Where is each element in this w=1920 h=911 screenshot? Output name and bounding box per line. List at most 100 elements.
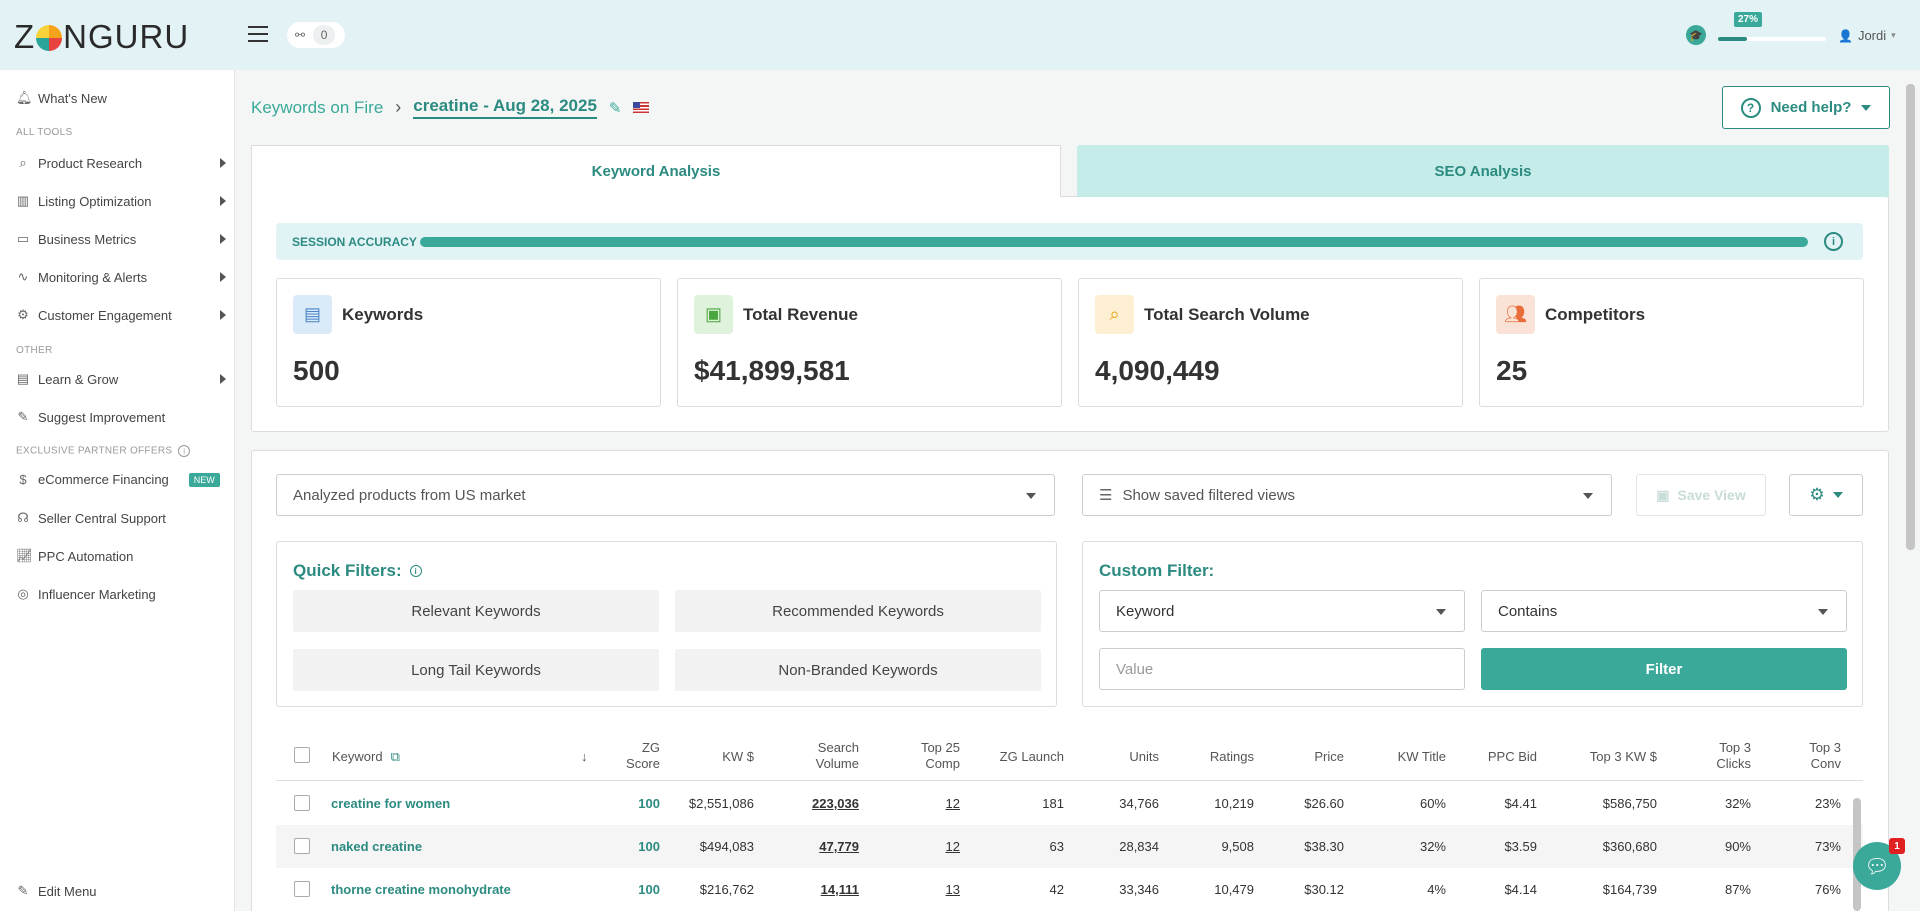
col-kw-title[interactable]: KW Title: [1351, 749, 1446, 765]
chevron-right-icon: [220, 158, 226, 168]
stat-label: Competitors: [1545, 305, 1646, 324]
cell-price: $30.12: [1304, 882, 1344, 897]
cell-ppc-bid: $4.41: [1504, 796, 1537, 811]
chat-notification-badge: 1: [1889, 838, 1905, 854]
stat-value: $41,899,581: [694, 355, 850, 386]
col-top3-kw[interactable]: Top 3 KW $: [1546, 749, 1657, 765]
info-icon[interactable]: i: [1824, 232, 1843, 251]
breadcrumb-parent[interactable]: Keywords on Fire: [251, 98, 383, 118]
col-ratings[interactable]: Ratings: [1166, 749, 1254, 765]
custom-filter-operator-select[interactable]: Contains: [1481, 590, 1847, 632]
share-button[interactable]: ⚯ 0: [287, 22, 345, 48]
onboarding-progress[interactable]: 27%: [1718, 12, 1826, 44]
hamburger-menu-icon[interactable]: [248, 26, 268, 42]
filter-button[interactable]: Filter: [1481, 648, 1847, 690]
col-top25-comp[interactable]: Top 25 Comp: [876, 740, 960, 772]
relevant-keywords-button[interactable]: Relevant Keywords: [293, 590, 659, 632]
copy-icon[interactable]: ⧉: [391, 749, 400, 765]
info-icon[interactable]: i: [178, 445, 191, 457]
cell-top25[interactable]: 12: [876, 796, 960, 811]
pencil-icon: ✎: [17, 409, 29, 424]
saved-views-select[interactable]: ☰ Show saved filtered views: [1082, 474, 1612, 516]
col-keyword[interactable]: Keyword ⧉: [332, 749, 400, 765]
custom-filter-value-input[interactable]: Value: [1099, 648, 1465, 690]
col-top3-clicks[interactable]: Top 3 Clicks: [1666, 740, 1751, 772]
influencer-icon: ◎: [17, 586, 29, 601]
sidebar-item-suggest-improvement[interactable]: ✎ Suggest Improvement: [16, 409, 226, 425]
caret-down-icon: [1583, 493, 1593, 499]
row-checkbox[interactable]: [294, 795, 310, 811]
breadcrumb-current[interactable]: creatine - Aug 28, 2025: [413, 96, 597, 119]
row-checkbox[interactable]: [294, 881, 310, 897]
settings-button[interactable]: ⚙: [1789, 474, 1863, 516]
keyword-link[interactable]: thorne creatine monohydrate: [331, 882, 511, 897]
recommended-keywords-button[interactable]: Recommended Keywords: [675, 590, 1041, 632]
sidebar-item-learn-grow[interactable]: ▤ Learn & Grow: [16, 371, 226, 387]
row-checkbox[interactable]: [294, 838, 310, 854]
page-scrollbar[interactable]: [1906, 84, 1915, 550]
sidebar-item-influencer-marketing[interactable]: ◎ Influencer Marketing: [16, 586, 226, 602]
save-view-button[interactable]: ▣ Save View: [1636, 474, 1766, 516]
table-row[interactable]: naked creatine 100 $494,083 47,779 12 63…: [276, 825, 1863, 868]
cell-top25[interactable]: 13: [876, 882, 960, 897]
chevron-right-icon: [220, 374, 226, 384]
edit-pencil-icon[interactable]: ✎: [609, 99, 622, 117]
sidebar-edit-menu[interactable]: ✎ Edit Menu: [16, 883, 226, 899]
sidebar-item-customer-engagement[interactable]: ⚙ Customer Engagement: [16, 307, 226, 323]
cell-search-volume[interactable]: 47,779: [766, 839, 859, 854]
top-bar: Z NGURU ⚯ 0 🎓 27% 👤 Jordi ▾: [0, 0, 1920, 70]
table-row[interactable]: creatine for women 100 $2,551,086 223,03…: [276, 782, 1863, 825]
col-search-volume-line1: Search: [817, 740, 859, 755]
col-kw-dollar[interactable]: KW $: [676, 749, 754, 765]
keyword-link[interactable]: creatine for women: [331, 796, 450, 811]
line-chart-icon: 📈︎: [16, 548, 33, 563]
section-other: OTHER: [16, 345, 53, 356]
cell-top3-clicks: 87%: [1724, 882, 1751, 897]
pencil-icon: ✎: [17, 883, 29, 898]
market-select[interactable]: Analyzed products from US market: [276, 474, 1055, 516]
col-ppc-bid[interactable]: PPC Bid: [1456, 749, 1537, 765]
keyword-link[interactable]: naked creatine: [331, 839, 422, 854]
share-icon: ⚯: [295, 28, 306, 42]
col-price[interactable]: Price: [1266, 749, 1344, 765]
save-view-label: Save View: [1677, 487, 1746, 503]
sidebar-item-listing-optimization[interactable]: ▥ Listing Optimization: [16, 193, 226, 209]
user-menu[interactable]: 👤 Jordi ▾: [1838, 28, 1896, 43]
col-zg-launch[interactable]: ZG Launch: [966, 749, 1064, 765]
col-search-volume[interactable]: Search Volume: [766, 740, 859, 772]
chat-button[interactable]: 💬︎ 1: [1853, 838, 1905, 890]
zonguru-logo[interactable]: Z NGURU: [14, 18, 189, 56]
sidebar-item-whats-new[interactable]: 🔔︎ What's New: [16, 90, 226, 106]
chevron-right-icon: [220, 272, 226, 282]
stat-card-revenue: ▣ Total Revenue $41,899,581: [677, 278, 1062, 407]
tab-seo-analysis[interactable]: SEO Analysis: [1077, 145, 1889, 197]
sidebar-item-product-research[interactable]: ⌕ Product Research: [16, 155, 226, 171]
col-zg-score[interactable]: ZG Score: [586, 740, 660, 772]
sidebar-item-ecommerce-financing[interactable]: $ eCommerce Financing NEW: [16, 472, 226, 487]
stat-value: 4,090,449: [1095, 355, 1220, 386]
gear-people-icon: ⚙: [17, 307, 29, 322]
caret-down-icon: [1832, 492, 1843, 498]
table-row[interactable]: thorne creatine monohydrate 100 $216,762…: [276, 868, 1863, 911]
cell-units: 33,346: [1119, 882, 1159, 897]
sidebar-item-monitoring-alerts[interactable]: ∿ Monitoring & Alerts: [16, 269, 226, 285]
cell-search-volume[interactable]: 223,036: [766, 796, 859, 811]
info-icon[interactable]: i: [409, 565, 422, 577]
sidebar-item-business-metrics[interactable]: ▭ Business Metrics: [16, 231, 226, 247]
caret-down-icon: [1026, 493, 1036, 499]
col-top25-line2: Comp: [925, 756, 960, 771]
cell-top25[interactable]: 12: [876, 839, 960, 854]
sidebar-item-ppc-automation[interactable]: 📈︎ PPC Automation: [16, 548, 226, 564]
long-tail-keywords-button[interactable]: Long Tail Keywords: [293, 649, 659, 691]
graduation-cap-icon[interactable]: 🎓: [1686, 25, 1706, 45]
tab-keyword-analysis[interactable]: Keyword Analysis: [251, 145, 1061, 197]
col-units[interactable]: Units: [1076, 749, 1159, 765]
col-top3-conv[interactable]: Top 3 Conv: [1766, 740, 1841, 772]
sidebar-item-seller-central[interactable]: ☊ Seller Central Support: [16, 510, 226, 526]
select-all-checkbox[interactable]: [294, 747, 310, 763]
non-branded-keywords-button[interactable]: Non-Branded Keywords: [675, 649, 1041, 691]
custom-filter-field-select[interactable]: Keyword: [1099, 590, 1465, 632]
need-help-button[interactable]: ? Need help?: [1722, 86, 1890, 129]
col-zg-score-line2: Score: [626, 756, 660, 771]
cell-search-volume[interactable]: 14,111: [766, 882, 859, 897]
